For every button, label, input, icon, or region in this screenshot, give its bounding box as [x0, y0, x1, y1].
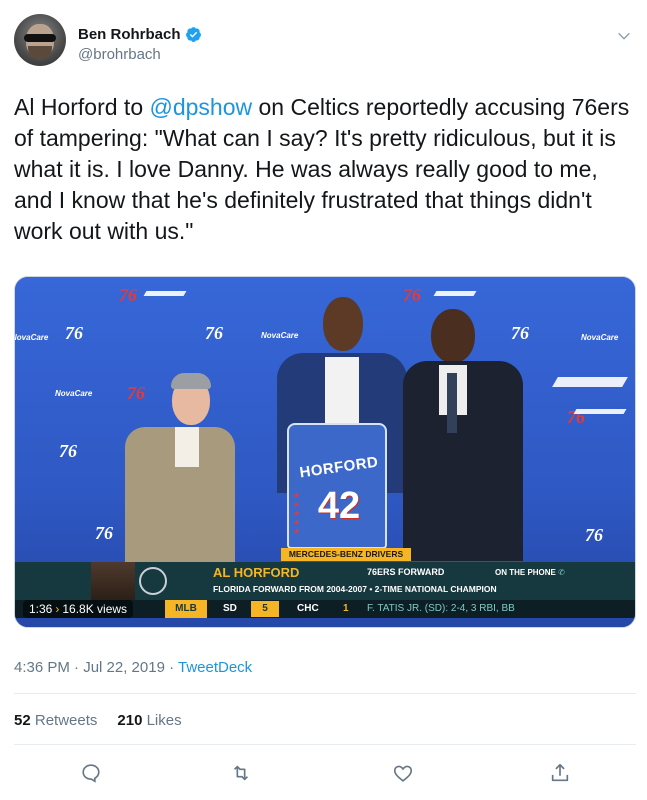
tweet-text-before: Al Horford to [14, 94, 150, 120]
sixers-logo: 76 [511, 323, 529, 343]
jersey: HORFORD ★ ★ ★ ★ ★ 42 [287, 423, 387, 549]
person-head [431, 309, 475, 363]
retweet-icon [233, 765, 249, 781]
person-shirt [325, 357, 359, 427]
sixers-logo: 76 [95, 523, 113, 543]
reply-icon [82, 764, 100, 783]
avatar-glasses [24, 34, 56, 42]
backdrop-stripe [143, 291, 187, 296]
share-icon [551, 763, 569, 782]
author-display-name[interactable]: Ben Rohrbach [78, 26, 181, 43]
ticker-team2: CHC [297, 603, 319, 614]
ticker-league: MLB [165, 600, 207, 618]
sixers-logo: 76 [119, 285, 137, 305]
like-icon [393, 765, 413, 782]
backdrop-stripe [573, 409, 627, 414]
jersey-number: 42 [317, 485, 361, 527]
likes-count: 210 [117, 712, 143, 729]
lower-third-phone-label: ON THE PHONE [495, 568, 556, 577]
person-shirt [175, 427, 199, 467]
person-hair [171, 373, 211, 389]
video-player[interactable]: 76 76 76 76 76 76 76 76 76 76 NovaCare N… [14, 276, 636, 628]
likes-stat[interactable]: 210 Likes [117, 712, 181, 729]
chevron-down-icon[interactable] [616, 28, 632, 44]
sixers-logo: 76 [65, 323, 83, 343]
share-button[interactable] [549, 762, 571, 789]
video-views: 16.8K views [62, 602, 128, 616]
verified-badge-icon [185, 27, 201, 42]
lower-third-subtitle: FLORIDA FORWARD FROM 2004-2007 • 2-TIME … [213, 584, 497, 594]
sponsor-logo: NovaCare [261, 331, 299, 340]
tweet-timestamp[interactable]: 4:36 PM · Jul 22, 2019 · [14, 659, 178, 676]
sixers-logo: 76 [403, 285, 421, 305]
sixers-logo: 76 [585, 525, 603, 545]
backdrop-panel [552, 377, 628, 387]
lower-third-phone: ON THE PHONE ✆ [495, 568, 565, 577]
ticker-score2: 1 [343, 603, 349, 614]
likes-label: Likes [146, 712, 182, 729]
phone-icon: ✆ [558, 568, 565, 577]
sixers-logo: 76 [59, 441, 77, 461]
backdrop-stripe [433, 291, 477, 296]
separator-icon: › [55, 602, 60, 616]
author-name-row[interactable]: Ben Rohrbach [78, 26, 202, 43]
headshot-thumbnail [91, 562, 135, 600]
tweet-text: Al Horford to @dpshow on Celtics reporte… [14, 92, 639, 247]
jersey-name: HORFORD [298, 453, 380, 482]
person-tie [447, 373, 457, 433]
like-button[interactable] [392, 762, 414, 789]
reply-button[interactable] [80, 762, 102, 789]
lower-third-tag: MERCEDES-BENZ DRIVERS SEAT [281, 548, 411, 572]
mention-link[interactable]: @dpshow [150, 94, 253, 120]
person-head [323, 297, 363, 351]
divider [14, 693, 636, 694]
video-duration: 1:36 [29, 602, 53, 616]
ticker-note: F. TATIS JR. (SD): 2-4, 3 RBI, BB [367, 603, 515, 614]
avatar[interactable] [14, 14, 66, 66]
sixers-logo: 76 [127, 383, 145, 403]
avatar-beard [28, 46, 52, 60]
retweet-button[interactable] [230, 762, 252, 789]
lower-third: AL HORFORD 76ERS FORWARD ON THE PHONE ✆ … [15, 562, 635, 600]
retweets-count: 52 [14, 712, 31, 729]
retweets-stat[interactable]: 52 Retweets [14, 712, 97, 729]
lower-third-role: 76ERS FORWARD [367, 567, 445, 577]
tweet-header: Ben Rohrbach @brohrbach [14, 14, 636, 74]
video-info-overlay: 1:36 › 16.8K views [23, 600, 134, 618]
tweet-meta: 4:36 PM · Jul 22, 2019 · TweetDeck [14, 659, 252, 676]
ticker-score1: 5 [251, 601, 279, 617]
retweets-label: Retweets [34, 712, 98, 729]
author-info: Ben Rohrbach @brohrbach [78, 26, 202, 63]
tweet-source-link[interactable]: TweetDeck [178, 659, 252, 676]
sponsor-logo: NovaCare [581, 333, 619, 342]
author-handle[interactable]: @brohrbach [78, 46, 202, 63]
divider [14, 744, 636, 745]
sponsor-logo: NovaCare [14, 333, 49, 342]
tweet-stats: 52 Retweets 210 Likes [14, 712, 182, 729]
lower-third-name: AL HORFORD [213, 565, 300, 580]
sponsor-logo: NovaCare [55, 389, 93, 398]
mercedes-logo [139, 567, 167, 595]
ticker-team1: SD [223, 603, 237, 614]
sixers-logo: 76 [205, 323, 223, 343]
